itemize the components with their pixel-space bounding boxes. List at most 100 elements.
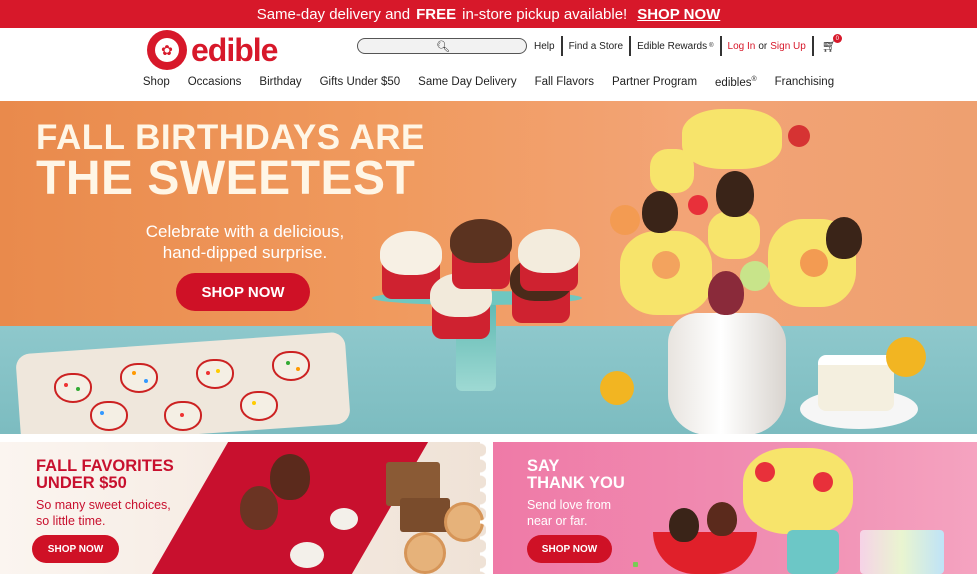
nav-occasions[interactable]: Occasions bbox=[179, 72, 251, 93]
gift-box bbox=[860, 530, 944, 574]
promo-text-before: Same-day delivery and bbox=[256, 5, 411, 23]
promo-bar: Same-day delivery and FREE in-store pick… bbox=[0, 0, 977, 28]
find-store-link[interactable]: Find a Store bbox=[563, 36, 632, 56]
fall-favorites-title-line1: FALL FAVORITES bbox=[36, 457, 174, 475]
nav-birthday[interactable]: Birthday bbox=[250, 72, 310, 93]
hero-subtitle-line2: hand-dipped surprise. bbox=[162, 243, 328, 263]
hero-title-line2: THE SWEETEST bbox=[36, 152, 416, 206]
grape bbox=[755, 462, 775, 482]
cart-count-badge: 0 bbox=[832, 34, 842, 43]
cupcake-frosting bbox=[380, 231, 442, 275]
logo-icon: ✿ bbox=[147, 30, 187, 70]
grape bbox=[688, 195, 708, 215]
honeydew-ball bbox=[740, 261, 770, 291]
chocolate-strawberry bbox=[270, 454, 310, 500]
signup-link[interactable]: Sign Up bbox=[770, 41, 806, 52]
dessert-bowl bbox=[653, 532, 757, 574]
brownie bbox=[400, 498, 450, 532]
grape bbox=[788, 125, 810, 147]
fall-favorites-sub-line1: So many sweet choices, bbox=[36, 498, 171, 512]
thank-you-shop-now-button[interactable]: SHOP NOW bbox=[527, 535, 612, 563]
chocolate-strawberry bbox=[716, 171, 754, 217]
nav-partner-program[interactable]: Partner Program bbox=[603, 72, 706, 93]
promo-text-after: in-store pickup available! bbox=[462, 5, 628, 23]
edible-logo[interactable]: ✿ edible bbox=[147, 30, 278, 70]
fall-favorites-shop-now-button[interactable]: SHOP NOW bbox=[32, 535, 119, 563]
dipped-strawberry bbox=[240, 391, 278, 421]
thank-you-title: SAY THANK YOU bbox=[527, 457, 625, 493]
chocolate-strawberry bbox=[826, 217, 862, 259]
promo-text-bold: FREE bbox=[416, 5, 457, 23]
hero-title-line1: FALL BIRTHDAYS ARE bbox=[36, 118, 425, 157]
main-nav: Shop Occasions Birthday Gifts Under $50 … bbox=[0, 72, 977, 93]
search-icon[interactable]: 🔍︎ bbox=[436, 40, 450, 53]
pineapple-heart bbox=[650, 149, 694, 193]
account-links: Log In or Sign Up bbox=[722, 36, 814, 56]
edible-rewards-link[interactable]: Edible Rewards ® bbox=[631, 36, 722, 56]
dipped-strawberry bbox=[272, 351, 310, 381]
search-input[interactable]: 🔍︎ bbox=[357, 38, 527, 54]
promo-shop-now-link[interactable]: SHOP NOW bbox=[637, 6, 720, 23]
cantaloupe-ball bbox=[652, 251, 680, 279]
chocolate-strawberry bbox=[707, 502, 737, 536]
dipped-strawberry bbox=[120, 363, 158, 393]
chocolate-strawberry bbox=[642, 191, 678, 233]
thank-you-sub-line1: Send love from bbox=[527, 498, 612, 512]
nav-gifts-under-50[interactable]: Gifts Under $50 bbox=[311, 72, 410, 93]
rewards-label: Edible Rewards bbox=[637, 40, 708, 52]
login-link[interactable]: Log In bbox=[728, 41, 756, 52]
fall-favorites-title: FALL FAVORITES UNDER $50 bbox=[36, 457, 174, 493]
dipped-strawberry bbox=[196, 359, 234, 389]
or-text: or bbox=[758, 40, 768, 52]
fall-favorites-sub-line2: so little time. bbox=[36, 513, 106, 528]
rewards-mark: ® bbox=[709, 43, 714, 49]
decor-pumpkin bbox=[330, 508, 358, 530]
fall-favorites-title-line2: UNDER $50 bbox=[36, 474, 127, 493]
nav-edibles-label: edibles bbox=[715, 76, 752, 89]
help-link[interactable]: Help bbox=[528, 36, 563, 56]
hero-shop-now-button[interactable]: SHOP NOW bbox=[176, 273, 310, 311]
cupcake-frosting bbox=[518, 229, 580, 273]
hero-title: FALL BIRTHDAYS ARE THE SWEETEST bbox=[36, 118, 456, 206]
grape bbox=[813, 472, 833, 492]
nav-shop[interactable]: Shop bbox=[134, 72, 179, 93]
promo-fall-favorites[interactable]: FALL FAVORITES UNDER $50 So many sweet c… bbox=[0, 442, 486, 574]
cookie bbox=[404, 532, 446, 574]
cart-icon[interactable]: 🛒︎ 0 bbox=[814, 34, 842, 53]
thank-you-title-line2: THANK YOU bbox=[527, 474, 625, 493]
arrangement-vase bbox=[668, 313, 786, 434]
hero-subtitle: Celebrate with a delicious, hand-dipped … bbox=[110, 221, 380, 264]
decor-scallop-edge bbox=[480, 442, 486, 574]
nav-franchising[interactable]: Franchising bbox=[766, 72, 843, 93]
cantaloupe-ball bbox=[800, 249, 828, 277]
cupcake-frosting bbox=[450, 219, 512, 263]
chocolate-strawberry bbox=[708, 271, 744, 315]
thank-you-sub-line2: near or far. bbox=[527, 513, 588, 528]
hero-subtitle-line1: Celebrate with a delicious, bbox=[145, 222, 345, 241]
decor-pumpkin bbox=[290, 542, 324, 568]
cookie bbox=[444, 502, 484, 542]
dipped-strawberry bbox=[54, 373, 92, 403]
promo-say-thank-you[interactable]: SAY THANK YOU Send love from near or far… bbox=[493, 442, 977, 574]
nav-edibles[interactable]: edibles® bbox=[706, 72, 766, 93]
nav-fall-flavors[interactable]: Fall Flavors bbox=[526, 72, 603, 93]
pineapple-flower bbox=[682, 109, 782, 169]
thank-you-title-line1: SAY bbox=[527, 457, 560, 475]
logo-wordmark: edible bbox=[191, 31, 278, 68]
mini-cheesecake bbox=[818, 355, 894, 411]
dipped-strawberry bbox=[90, 401, 128, 431]
cantaloupe-ball bbox=[610, 205, 640, 235]
edibles-mark: ® bbox=[751, 76, 757, 83]
fruit-bouquet bbox=[743, 448, 853, 534]
utility-links: Help Find a Store Edible Rewards ® Log In… bbox=[528, 34, 842, 56]
fall-favorites-subtitle: So many sweet choices, so little time. bbox=[36, 498, 171, 529]
sunflower bbox=[886, 337, 926, 377]
nav-same-day-delivery[interactable]: Same Day Delivery bbox=[409, 72, 525, 93]
hero-banner[interactable]: FALL BIRTHDAYS ARE THE SWEETEST Celebrat… bbox=[0, 101, 977, 434]
sunflower bbox=[600, 371, 634, 405]
confetti bbox=[633, 562, 638, 567]
bouquet-vase bbox=[787, 530, 839, 574]
chocolate-strawberry bbox=[240, 486, 278, 530]
thank-you-subtitle: Send love from near or far. bbox=[527, 498, 611, 529]
chocolate-strawberry bbox=[669, 508, 699, 542]
